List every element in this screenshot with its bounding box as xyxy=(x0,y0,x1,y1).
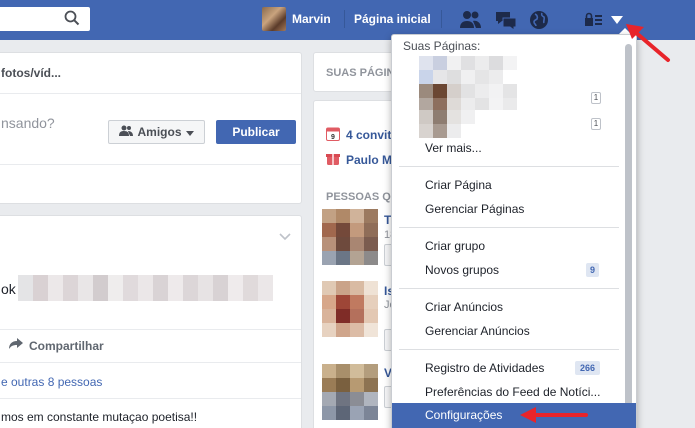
chevron-down-icon[interactable] xyxy=(279,230,291,244)
dropdown-scrollbar[interactable] xyxy=(625,44,632,428)
chevron-down-icon xyxy=(185,125,194,139)
divider xyxy=(0,398,301,399)
activity-log-count-badge: 266 xyxy=(575,361,600,375)
page-thumbnail[interactable] xyxy=(419,110,531,138)
person-photo[interactable] xyxy=(322,281,378,337)
feed-post: ok Compartilhar e outras 8 pessoas mos e… xyxy=(0,215,302,428)
menu-item-manage-pages[interactable]: Gerenciar Páginas xyxy=(425,202,524,216)
divider xyxy=(399,349,619,350)
audience-selector[interactable]: Amigos xyxy=(108,120,205,144)
birthday-link[interactable]: Paulo M xyxy=(326,151,392,168)
search-input[interactable] xyxy=(0,7,90,31)
menu-item-activity-log[interactable]: Registro de Atividades xyxy=(425,361,544,375)
search-icon[interactable] xyxy=(64,10,80,29)
profile-name[interactable]: Marvin xyxy=(292,12,331,26)
comment-text: mos em constante mutaçao poetisa!! xyxy=(1,410,198,424)
publish-button[interactable]: Publicar xyxy=(216,120,296,144)
post-text: ok xyxy=(1,281,16,297)
messages-icon[interactable] xyxy=(495,10,517,33)
divider xyxy=(0,164,301,165)
see-more-pages-link[interactable]: Ver mais... xyxy=(425,141,482,155)
your-pages-heading: Suas Páginas: xyxy=(403,39,481,53)
page-notification-count: 1 xyxy=(591,92,601,104)
friend-requests-icon[interactable] xyxy=(459,10,483,33)
notifications-globe-icon[interactable] xyxy=(529,10,549,33)
menu-item-manage-ads[interactable]: Gerenciar Anúncios xyxy=(425,324,530,338)
annotation-arrow-icon xyxy=(626,24,670,62)
profile-link[interactable]: Marvin xyxy=(262,7,331,31)
divider xyxy=(399,166,619,167)
section-heading: SUAS PÁGIN xyxy=(326,67,395,79)
divider xyxy=(399,227,619,228)
calendar-icon: 9 xyxy=(326,126,340,144)
photo-video-tab[interactable]: fotos/víd... xyxy=(1,66,61,80)
quick-help-lock-icon[interactable] xyxy=(585,12,603,29)
annotation-arrow-icon xyxy=(520,407,588,423)
menu-item-settings-label: Configurações xyxy=(425,408,503,422)
menu-item-news-feed-preferences[interactable]: Preferências do Feed de Notíci... xyxy=(425,385,600,399)
event-invites-link[interactable]: 9 4 convit xyxy=(326,126,391,144)
new-groups-count-badge: 9 xyxy=(586,263,599,277)
audience-label: Amigos xyxy=(137,125,182,139)
svg-text:9: 9 xyxy=(331,134,335,141)
reactions-link[interactable]: e outras 8 pessoas xyxy=(1,375,102,389)
menu-item-settings[interactable]: Configurações xyxy=(392,403,636,428)
divider xyxy=(0,93,301,94)
share-arrow-icon xyxy=(9,338,23,353)
section-heading: PESSOAS QU xyxy=(326,191,399,203)
menu-item-create-page[interactable]: Criar Página xyxy=(425,178,492,192)
divider xyxy=(441,10,442,28)
divider xyxy=(344,10,345,28)
divider xyxy=(399,288,619,289)
menu-item-new-groups[interactable]: Novos grupos xyxy=(425,263,499,277)
friends-icon xyxy=(119,125,134,139)
gift-icon xyxy=(326,151,340,168)
menu-item-create-ads[interactable]: Criar Anúncios xyxy=(425,300,503,314)
share-label: Compartilhar xyxy=(29,338,104,353)
person-photo[interactable] xyxy=(322,364,378,420)
account-menu-triangle-icon[interactable] xyxy=(610,14,624,28)
page-thumbnail[interactable] xyxy=(419,56,531,84)
page-thumbnail[interactable] xyxy=(419,84,531,112)
menu-item-create-group[interactable]: Criar grupo xyxy=(425,239,485,253)
home-link[interactable]: Página inicial xyxy=(354,12,431,26)
avatar[interactable] xyxy=(262,7,286,31)
divider xyxy=(0,362,301,363)
composer-input[interactable]: nsando? xyxy=(1,115,55,131)
share-button[interactable]: Compartilhar xyxy=(9,338,104,353)
pixelated-text xyxy=(18,275,273,301)
person-photo[interactable] xyxy=(322,209,378,265)
divider xyxy=(0,329,301,330)
page-notification-count: 1 xyxy=(591,118,601,130)
